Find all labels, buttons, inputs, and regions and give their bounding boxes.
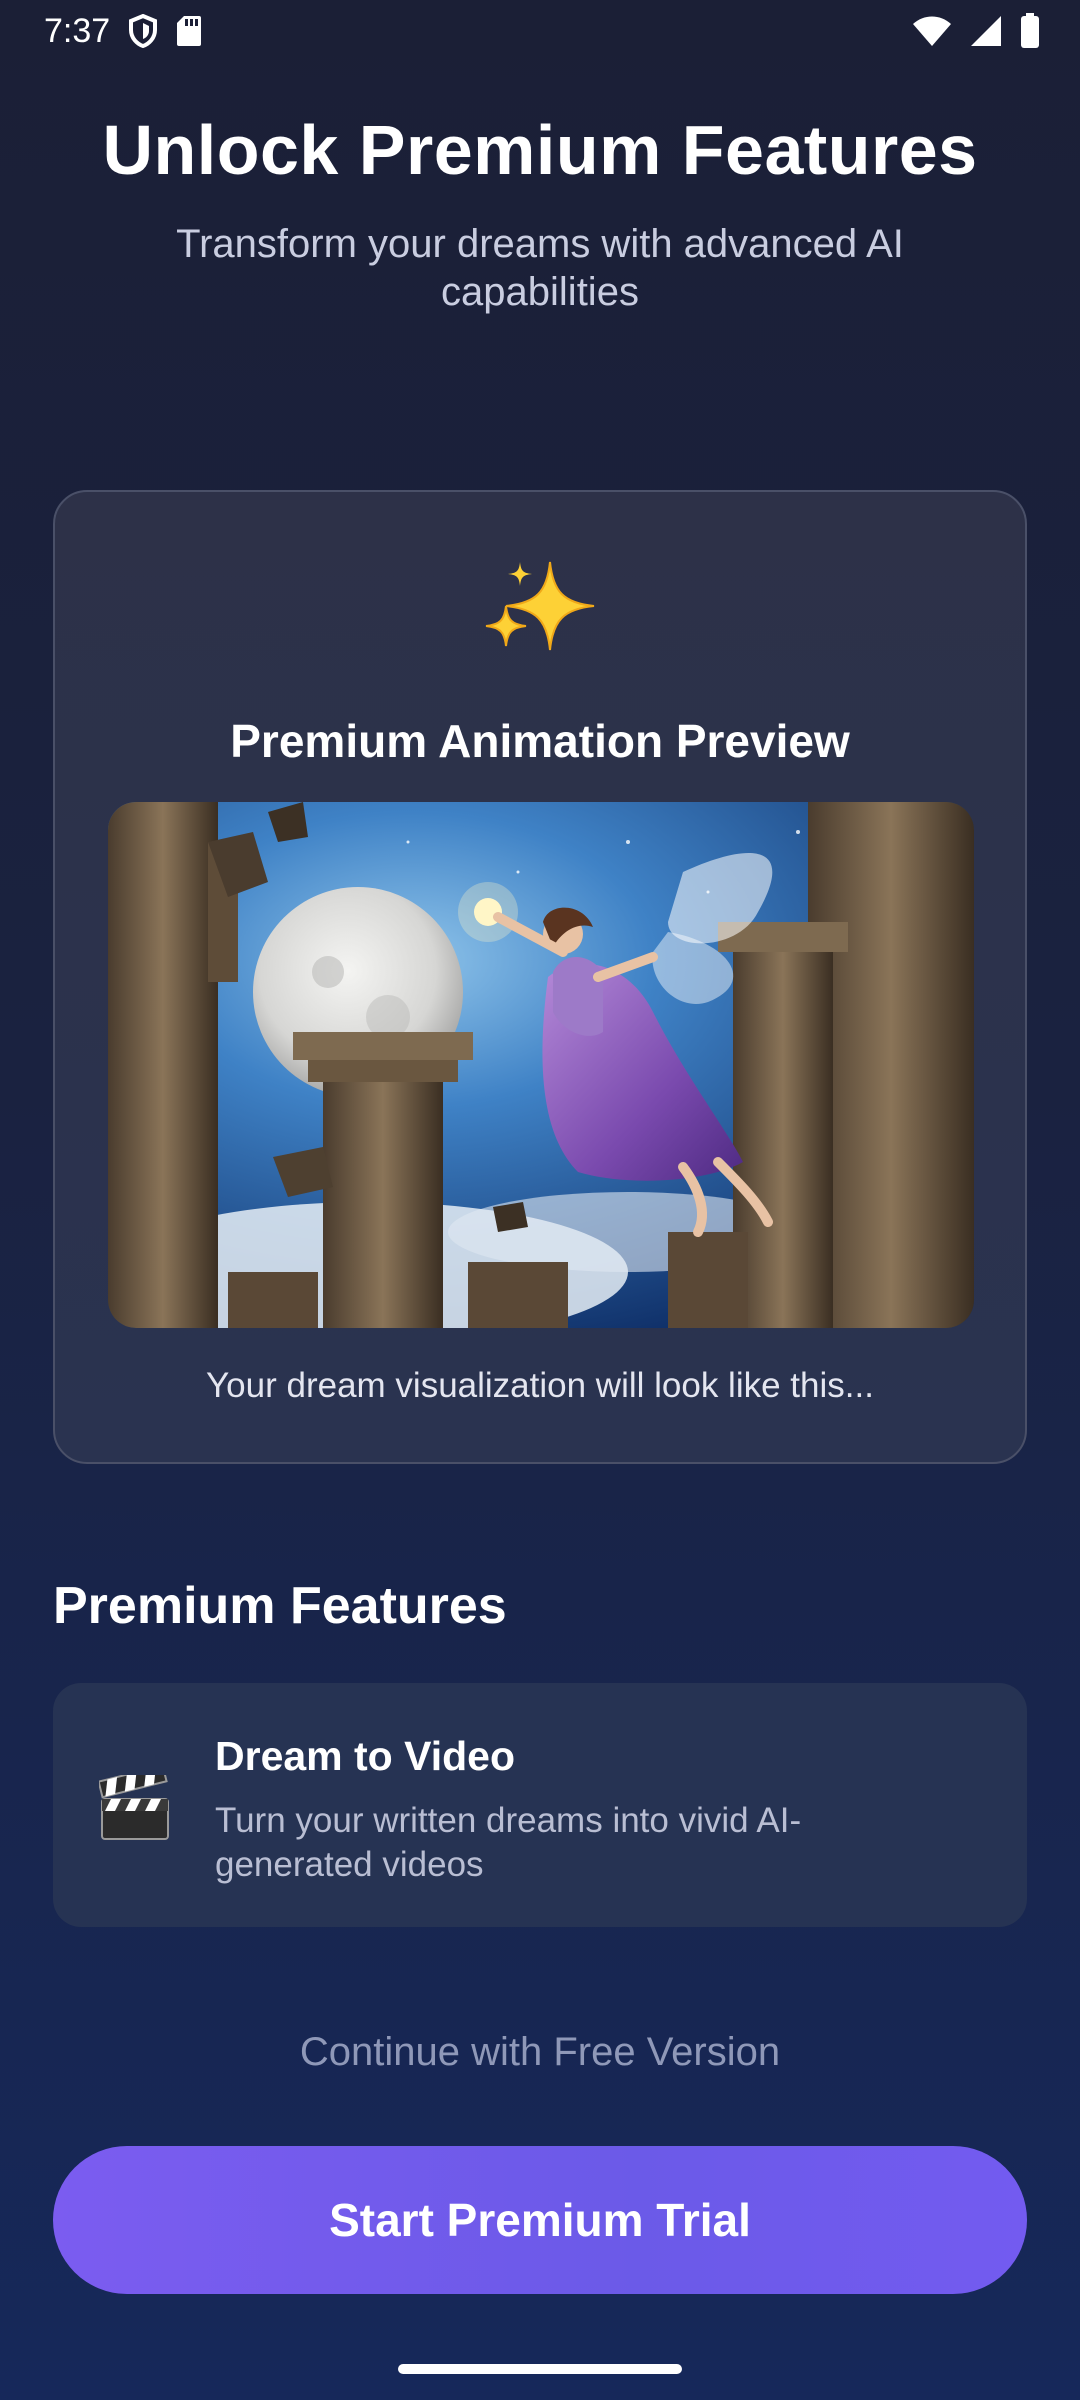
fairy-moon-ruins-image bbox=[108, 802, 974, 1328]
status-bar: 7:37 bbox=[0, 0, 1080, 62]
shield-icon bbox=[128, 14, 158, 48]
battery-icon bbox=[1020, 13, 1040, 49]
wifi-icon bbox=[912, 15, 952, 47]
page-title: Unlock Premium Features bbox=[102, 111, 978, 189]
header: Unlock Premium Features Transform your d… bbox=[0, 110, 1080, 316]
preview-title: Premium Animation Preview bbox=[230, 715, 850, 767]
status-right bbox=[912, 13, 1040, 49]
clapperboard-icon bbox=[97, 1764, 171, 1846]
feature-card-dream-to-video: Dream to Video Turn your written dreams … bbox=[53, 1683, 1027, 1927]
status-time: 7:37 bbox=[44, 11, 111, 50]
sd-card-icon bbox=[176, 15, 202, 47]
feature-description: Turn your written dreams into vivid AI-g… bbox=[215, 1801, 802, 1884]
signal-icon bbox=[970, 15, 1002, 47]
status-left: 7:37 bbox=[44, 12, 202, 51]
start-premium-trial-button[interactable]: Start Premium Trial bbox=[53, 2146, 1027, 2294]
page-subtitle: Transform your dreams with advanced AI c… bbox=[176, 222, 904, 314]
sparkles-icon bbox=[55, 560, 1025, 670]
preview-caption: Your dream visualization will look like … bbox=[206, 1366, 874, 1405]
home-indicator[interactable] bbox=[398, 2364, 682, 2374]
feature-title: Dream to Video bbox=[215, 1733, 515, 1779]
continue-free-link[interactable]: Continue with Free Version bbox=[0, 2030, 1080, 2075]
section-title: Premium Features bbox=[53, 1577, 507, 1635]
preview-card: Premium Animation Preview Your dream vis… bbox=[53, 490, 1027, 1464]
